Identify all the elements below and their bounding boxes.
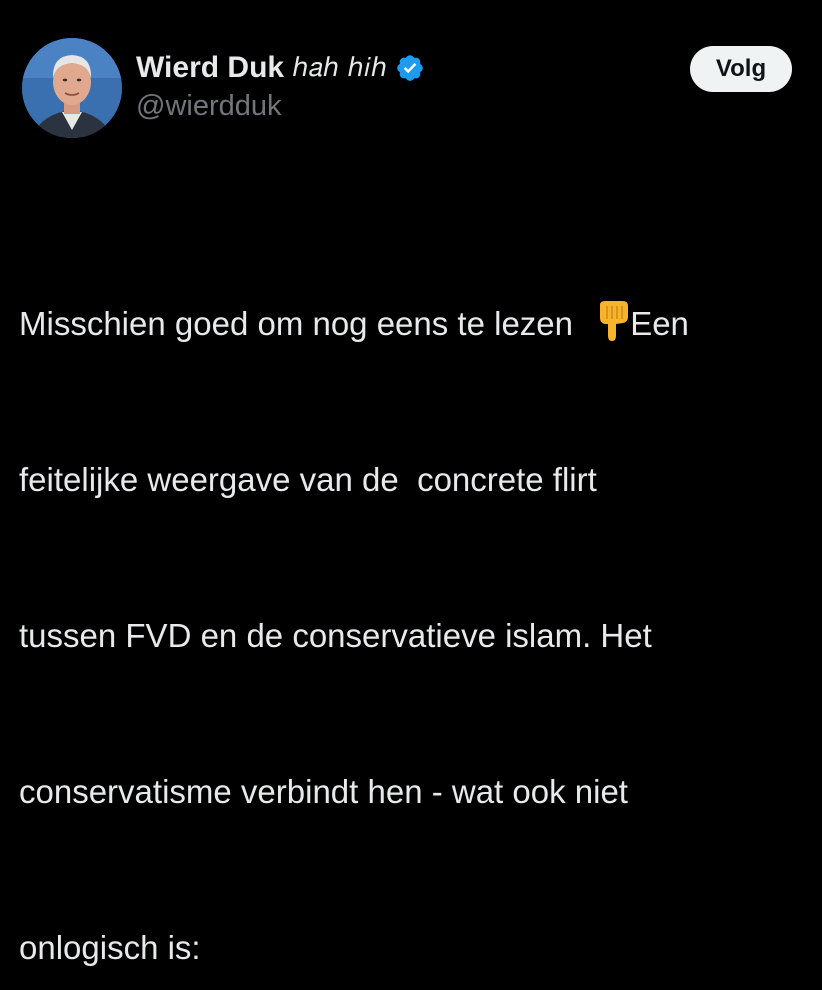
tweet-line-4: conservatisme verbindt hen - wat ook nie… xyxy=(19,773,628,810)
follow-button[interactable]: Volg xyxy=(690,46,792,92)
tweet-line-5: onlogisch is: xyxy=(19,929,201,966)
tweet-text: Misschien goed om nog eens te lezen Een … xyxy=(19,194,804,990)
tweet-line-3: tussen FVD en de conservatieve islam. He… xyxy=(19,617,652,654)
tweet-line-2: feitelijke weergave van de concrete flir… xyxy=(19,461,597,498)
tweet-line-1: Misschien goed om nog eens te lezen Een xyxy=(19,298,804,350)
author-name-row: Wierd Duk ℎ𝑎ℎ ℎ𝑖ℎ xyxy=(136,48,425,88)
tweet-line-1-start: Misschien goed om nog eens te lezen xyxy=(19,305,583,342)
backhand-index-pointing-down-emoji xyxy=(600,301,629,341)
author-info: Wierd Duk ℎ𝑎ℎ ℎ𝑖ℎ @wierdduk xyxy=(136,48,425,123)
author-handle[interactable]: @wierdduk xyxy=(136,90,425,123)
avatar[interactable] xyxy=(22,38,122,138)
author-display-name[interactable]: Wierd Duk xyxy=(136,51,284,85)
avatar-photo xyxy=(22,38,122,138)
tweet-header: Wierd Duk ℎ𝑎ℎ ℎ𝑖ℎ @wierdduk Volg xyxy=(22,38,802,142)
author-name-suffix: ℎ𝑎ℎ ℎ𝑖ℎ xyxy=(292,52,388,83)
tweet-line-1-end: Een xyxy=(630,305,689,342)
verified-badge-icon xyxy=(397,55,424,81)
